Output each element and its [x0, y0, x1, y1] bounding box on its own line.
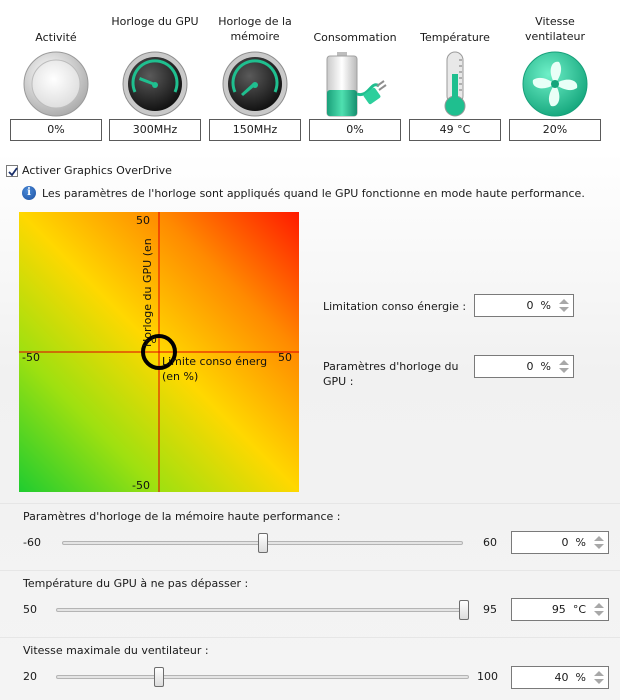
chart-x-max-label: 50 [278, 351, 292, 364]
gpu-temp-label: Température du GPU à ne pas dépasser : [23, 577, 249, 590]
divider [0, 503, 620, 504]
divider [0, 570, 620, 571]
info-icon: i [22, 186, 36, 200]
gpu-temp-min: 50 [23, 603, 37, 616]
spin-arrows-icon[interactable] [592, 669, 606, 686]
monitor-strip: Activité 0% Horloge du GPU 300MHz Horlog [0, 0, 620, 152]
memory-clock-gauge-icon [222, 51, 288, 117]
monitor-temperature-title: Température [420, 31, 490, 44]
fan-speed-max: 100 [477, 670, 498, 683]
spin-arrows-icon[interactable] [557, 358, 571, 375]
fan-icon [522, 51, 588, 117]
chart-canvas [19, 212, 299, 492]
monitor-activity-value: 0% [10, 119, 102, 141]
monitor-power-title: Consommation [313, 31, 397, 44]
spin-arrows-icon[interactable] [592, 601, 606, 618]
monitor-memory-clock-title: Horloge de la mémoire [218, 15, 292, 43]
gpu-clock-gauge-icon [122, 51, 188, 117]
gpu-temp-slider-thumb[interactable] [459, 600, 469, 620]
divider [0, 637, 620, 638]
monitor-memory-clock-value: 150MHz [209, 119, 301, 141]
memory-clock-spinbox[interactable]: 0 % [511, 531, 609, 554]
fan-speed-label: Vitesse maximale du ventilateur : [23, 644, 209, 657]
fan-speed-slider-thumb[interactable] [154, 667, 165, 687]
gpu-clock-label-2: GPU : [323, 375, 354, 388]
info-text: Les paramètres de l'horloge sont appliqu… [42, 187, 585, 200]
memory-clock-label: Paramètres d'horloge de la mémoire haute… [23, 510, 341, 523]
spin-arrows-icon[interactable] [557, 297, 571, 314]
memory-clock-max: 60 [483, 536, 497, 549]
memory-clock-min: -60 [23, 536, 41, 549]
monitor-fan-speed-value: 20% [509, 119, 601, 141]
gpu-temp-value: 95 °C [551, 603, 586, 616]
monitor-activity-title: Activité [35, 31, 77, 44]
monitor-fan-speed-title: Vitesse ventilateur [525, 15, 585, 43]
gpu-clock-spinbox[interactable]: 0 % [474, 355, 574, 378]
chart-x-axis-label: Limite conso énergie [162, 355, 267, 368]
activity-gauge-icon [23, 51, 89, 117]
fan-speed-spinbox[interactable]: 40 % [511, 666, 609, 689]
gpu-temp-slider-track[interactable] [56, 608, 469, 612]
chart-x-min-label: -50 [22, 351, 40, 364]
gpu-temp-spinbox[interactable]: 95 °C [511, 598, 609, 621]
power-limit-label: Limitation conso énergie : [323, 300, 467, 313]
chart-y-min-label: -50 [132, 479, 150, 492]
fan-speed-slider-track[interactable] [56, 675, 469, 679]
monitor-temperature-value: 49 °C [409, 119, 501, 141]
monitor-power-value: 0% [309, 119, 401, 141]
power-limit-spinbox[interactable]: 0 % [474, 294, 574, 317]
memory-clock-value: 0 % [561, 536, 586, 549]
spin-arrows-icon[interactable] [592, 534, 606, 551]
power-limit-value: 0 % [526, 299, 551, 312]
monitor-gpu-clock-title: Horloge du GPU [111, 15, 199, 28]
chart-y-max-label: 50 [136, 214, 150, 227]
fan-speed-value: 40 % [554, 671, 586, 684]
enable-overdrive-label[interactable]: Activer Graphics OverDrive [22, 164, 172, 177]
memory-clock-slider-thumb[interactable] [257, 533, 268, 553]
gpu-temp-max: 95 [483, 603, 497, 616]
thermometer-icon [444, 51, 466, 117]
overdrive-chart[interactable]: 50 -50 -50 50 0 Limite conso énergie (en… [19, 212, 299, 492]
monitor-gpu-clock-value: 300MHz [109, 119, 201, 141]
gpu-clock-value: 0 % [526, 360, 551, 373]
chart-y-axis-label: Horloge du GPU (en [141, 238, 154, 347]
chart-x-axis-unit: (en %) [162, 370, 199, 383]
gpu-clock-label: Paramètres d'horloge du [323, 360, 459, 373]
checkmark-icon [8, 167, 18, 177]
enable-overdrive-checkbox[interactable] [6, 165, 18, 177]
battery-plug-icon [326, 52, 387, 117]
fan-speed-min: 20 [23, 670, 37, 683]
